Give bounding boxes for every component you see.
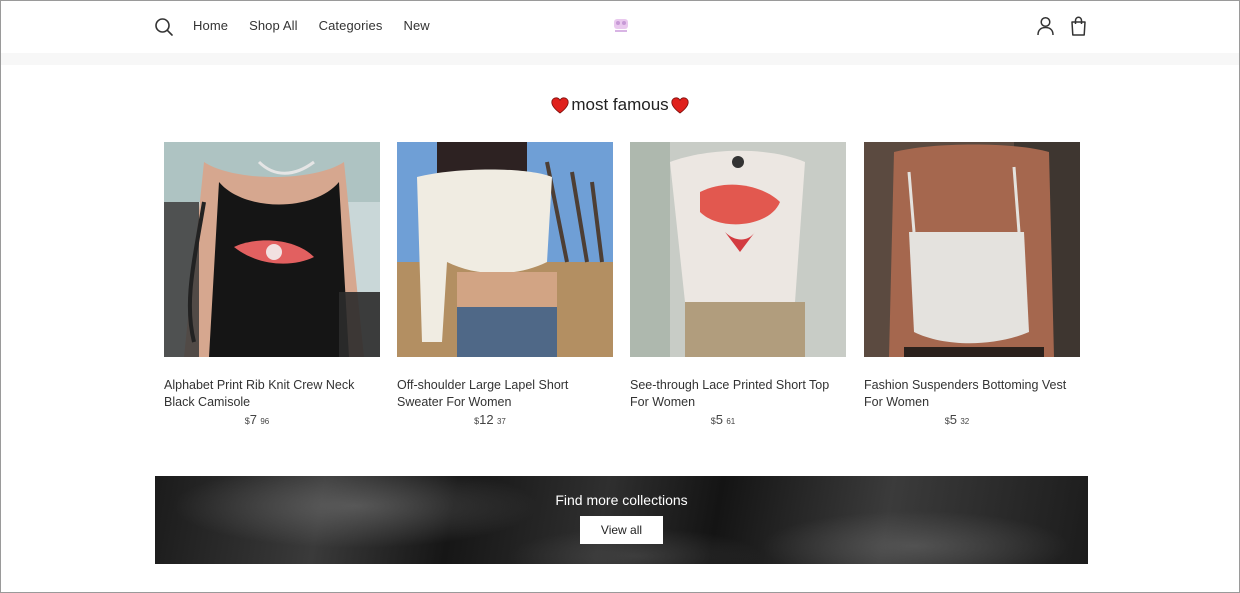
product-card[interactable]: Off-shoulder Large Lapel Short Sweater F… [397, 142, 613, 427]
product-card[interactable]: Fashion Suspenders Bottoming Vest For Wo… [864, 142, 1080, 427]
product-image[interactable] [397, 142, 613, 357]
view-all-button[interactable]: View all [580, 516, 663, 544]
product-price: $5 61 [710, 412, 736, 427]
product-price: $12 37 [474, 412, 506, 427]
account-icon[interactable] [1036, 16, 1055, 36]
product-card[interactable]: Alphabet Print Rib Knit Crew Neck Black … [164, 142, 380, 427]
product-image[interactable] [630, 142, 846, 357]
cart-icon[interactable] [1070, 16, 1087, 36]
product-price: $7 96 [244, 412, 270, 427]
nav-categories[interactable]: Categories [319, 18, 383, 33]
search-icon[interactable] [154, 17, 174, 37]
product-name[interactable]: Fashion Suspenders Bottoming Vest For Wo… [864, 377, 1080, 411]
brand-logo[interactable] [611, 17, 631, 35]
product-card[interactable]: See-through Lace Printed Short Top For W… [630, 142, 846, 427]
banner-title: Find more collections [555, 492, 688, 508]
product-image[interactable] [864, 142, 1080, 357]
product-name[interactable]: Alphabet Print Rib Knit Crew Neck Black … [164, 377, 380, 411]
heart-icon [551, 96, 569, 114]
header-divider [1, 53, 1239, 65]
nav-home[interactable]: Home [193, 18, 228, 33]
product-name[interactable]: Off-shoulder Large Lapel Short Sweater F… [397, 377, 613, 411]
heart-icon [671, 96, 689, 114]
nav-shop-all[interactable]: Shop All [249, 18, 298, 33]
product-name[interactable]: See-through Lace Printed Short Top For W… [630, 377, 846, 411]
site-header: Home Shop All Categories New [1, 1, 1239, 53]
nav-new[interactable]: New [403, 18, 429, 33]
product-price: $5 32 [944, 412, 970, 427]
main-nav: Home Shop All Categories New [193, 18, 430, 33]
collections-banner: Find more collections View all [155, 476, 1088, 564]
product-image[interactable] [164, 142, 380, 357]
section-title: most famous [571, 95, 669, 114]
section-heading: most famous [0, 95, 1240, 115]
